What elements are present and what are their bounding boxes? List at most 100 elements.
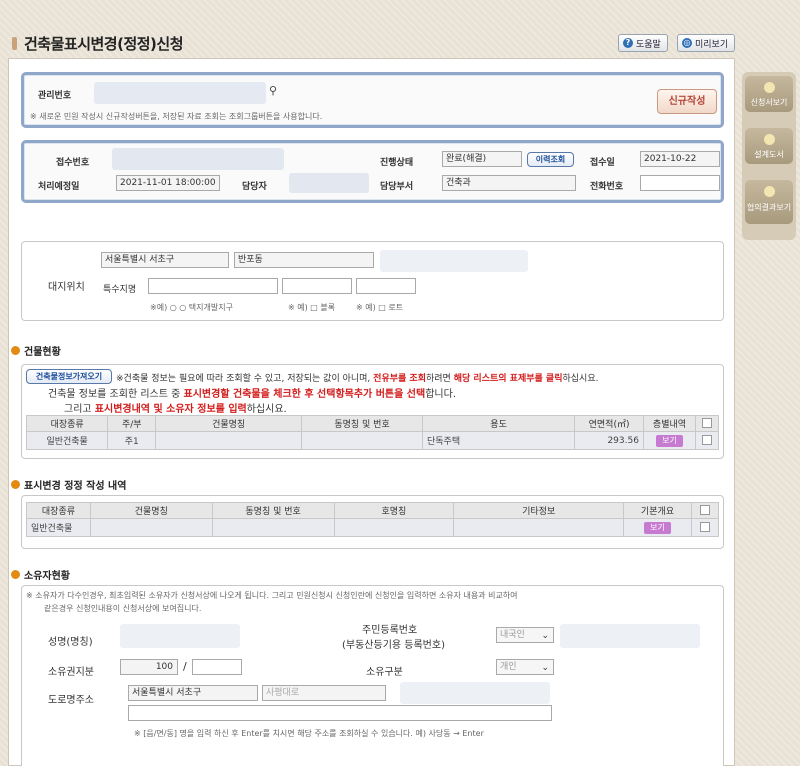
site-label: 대지위치 <box>48 282 85 293</box>
cell-checkbox <box>690 518 720 537</box>
col-header: 기타정보 <box>453 502 625 519</box>
building-desc-line1: ※건축물 정보는 필요에 따라 조회할 수 있고, 저장되는 값이 아니며, 전… <box>116 371 598 384</box>
select-all-checkbox[interactable] <box>699 505 710 516</box>
road-number-input[interactable] <box>400 682 550 704</box>
cell-dong <box>301 431 423 450</box>
site-lot-number[interactable] <box>380 250 528 272</box>
title-marker <box>12 37 17 50</box>
receipt-box: 접수번호 진행상태 완료(해결) 이력조회 접수일 2021-10-22 처리예… <box>21 140 724 203</box>
cell-other <box>453 518 625 537</box>
col-header: 층별내역 <box>642 415 697 432</box>
view-overview-button[interactable]: 보기 <box>644 521 671 534</box>
row-checkbox[interactable] <box>702 435 713 446</box>
reg-number-input[interactable] <box>560 624 700 648</box>
management-note: ※ 새로운 민원 작성시 신규작성버튼을, 저장된 자료 조회는 조회그룹버튼을… <box>30 112 323 121</box>
building-status-title: 건물현황 <box>11 343 61 358</box>
owner-title-text: 소유자현황 <box>24 571 70 582</box>
display-change-title: 표시변경 정정 작성 내역 <box>11 477 126 492</box>
consult-icon <box>764 186 775 197</box>
owner-note-line2: 같은경우 신청인내용이 신청서상에 보여집니다. <box>44 604 202 613</box>
road-name-value: 사평대로 <box>266 688 300 698</box>
rail-consult-result[interactable]: 협의결과보기 <box>745 180 793 224</box>
due-label: 처리예정일 <box>38 182 80 192</box>
desc-highlight: 표시변경내역 및 소유자 정보를 입력 <box>94 404 247 415</box>
help-button[interactable]: ? 도움말 <box>618 34 668 52</box>
owner-name-label: 성명(명칭) <box>48 637 93 648</box>
road-note: ※ [읍/면/동] 명을 입력 하신 후 Enter를 치시면 해당 주소를 조… <box>134 729 484 738</box>
reg-label-2: (부동산등기용 등록번호) <box>342 640 445 651</box>
rail-label: 설계도서 <box>754 150 784 159</box>
owner-name-input[interactable] <box>120 624 240 648</box>
block-input[interactable] <box>282 278 352 294</box>
select-all-checkbox[interactable] <box>702 418 713 429</box>
col-header: 대장종류 <box>25 415 109 432</box>
site-city-field: 서울특별시 서초구 <box>101 252 229 268</box>
building-desc-line2: 건축물 정보를 조회한 리스트 중 표시변경할 건축물을 체크한 후 선택항목추… <box>48 385 456 400</box>
display-change-table: 대장종류 건물명칭 동명칭 및 번호 호명칭 기타정보 기본개요 일반건축물 보… <box>26 502 720 537</box>
owner-type-label: 소유구분 <box>366 667 403 678</box>
preview-label: 미리보기 <box>695 39 729 50</box>
receipt-no-value <box>112 148 284 170</box>
cell-name <box>89 518 213 537</box>
special-name-input[interactable] <box>148 278 278 294</box>
building-desc-line3: 그리고 표시변경내역 및 소유자 정보를 입력하십시요. <box>64 400 287 415</box>
col-header: 건물명칭 <box>89 502 213 519</box>
desc-text: 하십시요. <box>246 404 287 415</box>
rail-label: 신청서보기 <box>750 98 788 107</box>
preview-button[interactable]: ◎ 미리보기 <box>677 34 736 52</box>
history-button[interactable]: 이력조회 <box>527 152 574 167</box>
desc-highlight: 전유부를 조회 <box>373 374 426 384</box>
due-field: 2021-11-01 18:00:00 <box>116 175 220 191</box>
block-hint: ※ 예) □ 블록 <box>288 303 336 312</box>
bullet-icon <box>11 480 20 489</box>
cell-area: 293.56 <box>574 431 644 450</box>
cell-main-sub: 주1 <box>107 431 157 450</box>
rail-application-view[interactable]: 신청서보기 <box>745 76 793 112</box>
road-name-select[interactable]: 사평대로 ⌄ <box>262 685 386 701</box>
table-row[interactable]: 일반건축물 보기 <box>26 518 720 537</box>
receipt-no-label: 접수번호 <box>56 158 90 168</box>
rail-design-docs[interactable]: 설계도서 <box>745 128 793 164</box>
site-dong-field[interactable]: 반포동 <box>234 252 374 268</box>
table-row[interactable]: 일반건축물 주1 단독주택 293.56 보기 <box>25 431 719 450</box>
road-detail-input[interactable] <box>128 705 552 721</box>
fetch-building-button[interactable]: 건축물정보가져오기 <box>26 369 112 384</box>
preview-icon: ◎ <box>682 38 692 48</box>
main-panel: 관리번호 ⚲ ※ 새로운 민원 작성시 신규작성버튼을, 저장된 자료 조회는 … <box>8 58 735 766</box>
receipt-date-label: 접수일 <box>590 158 615 168</box>
owner-type-select[interactable]: 개인 ⌄ <box>496 659 554 675</box>
desc-highlight: 표시변경할 건축물을 체크한 후 선택항목추가 버튼을 선택 <box>183 389 426 400</box>
management-label: 관리번호 <box>38 91 72 101</box>
col-header: 건물명칭 <box>155 415 303 432</box>
desc-highlight: 해당 리스트의 표제부를 클릭 <box>453 374 563 384</box>
lot-input[interactable] <box>356 278 416 294</box>
share-numerator[interactable]: 100 <box>120 659 178 675</box>
document-icon <box>764 82 775 93</box>
col-header: 동명칭 및 번호 <box>301 415 423 432</box>
management-number-input[interactable] <box>94 82 266 104</box>
col-header: 연면적(㎡) <box>574 415 644 432</box>
building-status-box: 건축물정보가져오기 ※건축물 정보는 필요에 따라 조회할 수 있고, 저장되는… <box>21 364 724 459</box>
blueprint-icon <box>764 134 775 145</box>
share-denominator[interactable] <box>192 659 242 675</box>
lot-hint: ※ 예) □ 로트 <box>356 303 404 312</box>
search-icon[interactable]: ⚲ <box>269 84 277 97</box>
row-checkbox[interactable] <box>699 522 710 533</box>
share-separator: / <box>183 660 187 673</box>
owner-box: ※ 소유자가 다수인경우, 최초입력된 소유자가 신청서상에 나오게 됩니다. … <box>21 585 724 766</box>
building-status-title-text: 건물현황 <box>24 347 61 358</box>
col-header: 기본개요 <box>623 502 692 519</box>
col-header: 용도 <box>421 415 576 432</box>
chevron-down-icon: ⌄ <box>541 631 549 641</box>
desc-text: 하려면 <box>426 374 451 384</box>
desc-text: 하십시요. <box>562 374 599 384</box>
view-floors-button[interactable]: 보기 <box>656 434 683 447</box>
phone-field[interactable] <box>640 175 720 191</box>
nationality-select[interactable]: 내국인 ⌄ <box>496 627 554 643</box>
dept-label: 담당부서 <box>380 182 414 192</box>
cell-dong <box>211 518 335 537</box>
cell-overview: 보기 <box>623 518 692 537</box>
bullet-icon <box>11 346 20 355</box>
new-button[interactable]: 신규작성 <box>657 89 717 114</box>
receipt-date-field: 2021-10-22 <box>640 151 720 167</box>
